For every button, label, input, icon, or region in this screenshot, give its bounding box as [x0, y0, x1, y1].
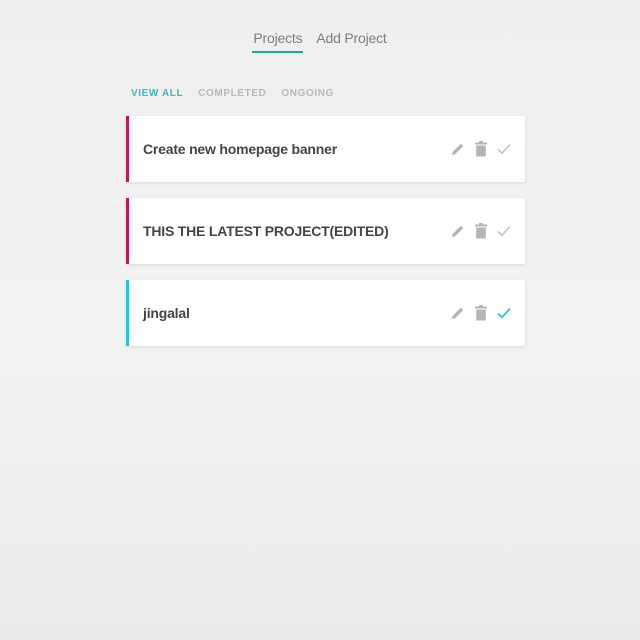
- project-title: Create new homepage banner: [143, 141, 337, 157]
- project-list: Create new homepage banner THIS THE LATE…: [126, 116, 525, 362]
- project-actions: [450, 304, 511, 322]
- check-icon[interactable]: [496, 222, 511, 240]
- filter-bar: VIEW ALL COMPLETED ONGOING: [131, 88, 334, 99]
- pencil-icon[interactable]: [450, 304, 465, 322]
- project-actions: [450, 222, 511, 240]
- trash-icon[interactable]: [473, 304, 488, 322]
- pencil-icon[interactable]: [450, 222, 465, 240]
- nav-add-project-link[interactable]: Add Project: [315, 30, 387, 53]
- check-icon[interactable]: [496, 140, 511, 158]
- project-actions: [450, 140, 511, 158]
- project-card: Create new homepage banner: [126, 116, 525, 182]
- trash-icon[interactable]: [473, 222, 488, 240]
- filter-completed[interactable]: COMPLETED: [198, 88, 266, 99]
- project-card: THIS THE LATEST PROJECT(EDITED): [126, 198, 525, 264]
- trash-icon[interactable]: [473, 140, 488, 158]
- project-card: jingalal: [126, 280, 525, 346]
- check-icon[interactable]: [496, 304, 511, 322]
- filter-view-all[interactable]: VIEW ALL: [131, 88, 183, 99]
- filter-ongoing[interactable]: ONGOING: [281, 88, 334, 99]
- nav-projects-link[interactable]: Projects: [252, 30, 304, 53]
- project-title: THIS THE LATEST PROJECT(EDITED): [143, 223, 389, 239]
- project-title: jingalal: [143, 305, 190, 321]
- top-nav: Projects Add Project: [0, 30, 640, 53]
- pencil-icon[interactable]: [450, 140, 465, 158]
